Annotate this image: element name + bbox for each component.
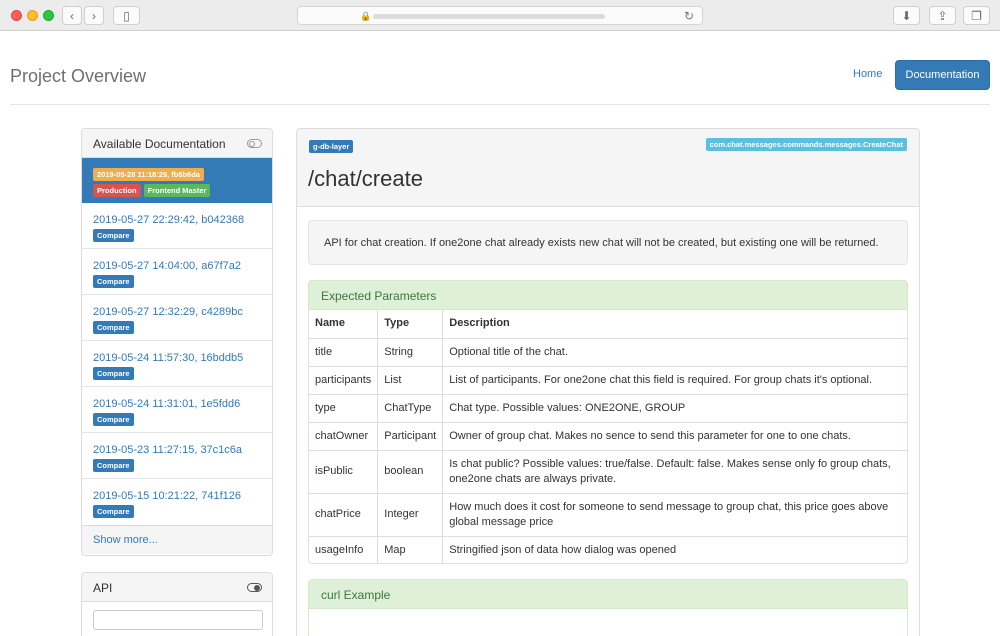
version-link[interactable]: 2019-05-23 11:27:15, 37c1c6a bbox=[93, 444, 272, 456]
back-icon[interactable]: ‹ bbox=[62, 6, 82, 25]
layer-tag: g-db-layer bbox=[309, 140, 354, 153]
param-type: Map bbox=[377, 535, 444, 563]
forward-icon[interactable]: › bbox=[84, 6, 104, 25]
param-description: List of participants. For one2one chat t… bbox=[442, 365, 907, 395]
api-panel: API bbox=[81, 572, 273, 636]
toggle-icon[interactable] bbox=[247, 139, 262, 148]
param-type: Participant bbox=[377, 421, 444, 451]
reload-icon[interactable]: ↻ bbox=[684, 9, 694, 23]
downloads-icon[interactable]: ⬇ bbox=[893, 6, 920, 25]
endpoint-title: /chat/create bbox=[308, 166, 423, 191]
table-row: chatOwner Participant Owner of group cha… bbox=[309, 421, 907, 451]
endpoint-description: API for chat creation. If one2one chat a… bbox=[308, 220, 908, 265]
table-row: usageInfo Map Stringified json of data h… bbox=[309, 535, 907, 563]
param-type: List bbox=[377, 365, 444, 395]
tabs-icon[interactable]: ❐ bbox=[963, 6, 990, 25]
param-type: boolean bbox=[377, 449, 444, 494]
frontend-master-label: Frontend Master bbox=[143, 184, 211, 197]
table-row: title String Optional title of the chat. bbox=[309, 337, 907, 367]
close-window-button[interactable] bbox=[11, 10, 22, 21]
param-description: Stringified json of data how dialog was … bbox=[442, 535, 907, 563]
param-description: Is chat public? Possible values: true/fa… bbox=[442, 449, 907, 494]
compare-button[interactable]: Compare bbox=[93, 413, 134, 426]
param-name: usageInfo bbox=[309, 535, 379, 563]
address-bar[interactable]: 🔒 ↻ bbox=[297, 6, 703, 25]
curl-example-panel: curl Example bbox=[308, 579, 908, 636]
production-label: Production bbox=[93, 184, 141, 197]
browser-toolbar: ‹ › ▯ 🔒 ↻ ⬇ ⇪ ❐ bbox=[0, 0, 1000, 31]
table-row: chatPrice Integer How much does it cost … bbox=[309, 492, 907, 537]
compare-button[interactable]: Compare bbox=[93, 505, 134, 518]
param-name: participants bbox=[309, 365, 379, 395]
list-item: 2019-05-23 11:27:15, 37c1c6a Compare bbox=[82, 433, 272, 479]
version-link[interactable]: 2019-05-27 22:29:42, b042368 bbox=[93, 214, 272, 226]
version-link[interactable]: 2019-05-24 11:31:01, 1e5fdd6 bbox=[93, 398, 272, 410]
param-description: Owner of group chat. Makes no sence to s… bbox=[442, 421, 907, 451]
param-description: Chat type. Possible values: ONE2ONE, GRO… bbox=[442, 393, 907, 423]
version-link[interactable]: 2019-05-27 12:32:29, c4289bc bbox=[93, 306, 272, 318]
compare-button[interactable]: Compare bbox=[93, 367, 134, 380]
version-link[interactable]: 2019-05-27 14:04:00, a67f7a2 bbox=[93, 260, 272, 272]
compare-button[interactable]: Compare bbox=[93, 321, 134, 334]
param-name: title bbox=[309, 337, 379, 367]
column-header: Name bbox=[309, 310, 379, 339]
command-class-tag: com.chat.messages.commands.messages.Crea… bbox=[705, 138, 907, 151]
parameters-title: Expected Parameters bbox=[309, 281, 907, 310]
sidebar-header: Available Documentation bbox=[82, 129, 272, 158]
zoom-window-button[interactable] bbox=[43, 10, 54, 21]
version-link[interactable]: 2019-05-15 10:21:22, 741f126 bbox=[93, 490, 272, 502]
table-row: isPublic boolean Is chat public? Possibl… bbox=[309, 449, 907, 494]
column-header: Description bbox=[442, 310, 907, 339]
show-more-link[interactable]: Show more... bbox=[82, 525, 272, 554]
curl-example-title: curl Example bbox=[309, 580, 907, 609]
column-header: Type bbox=[377, 310, 444, 339]
param-type: String bbox=[377, 337, 444, 367]
active-version-label: 2019-05-28 11:18:29, fb8b6da bbox=[93, 168, 204, 181]
param-description: Optional title of the chat. bbox=[442, 337, 907, 367]
list-item: 2019-05-15 10:21:22, 741f126 Compare bbox=[82, 479, 272, 525]
redacted-url bbox=[373, 14, 605, 19]
sidebar-title: Available Documentation bbox=[93, 137, 226, 151]
toggle-icon[interactable] bbox=[247, 583, 262, 592]
api-header: API bbox=[82, 573, 272, 602]
lock-icon: 🔒 bbox=[360, 11, 372, 21]
table-row: type ChatType Chat type. Possible values… bbox=[309, 393, 907, 423]
share-icon[interactable]: ⇪ bbox=[929, 6, 956, 25]
param-type: ChatType bbox=[377, 393, 444, 423]
nav-documentation-button[interactable]: Documentation bbox=[895, 60, 990, 90]
version-link[interactable]: 2019-05-24 11:57:30, 16bddb5 bbox=[93, 352, 272, 364]
param-type: Integer bbox=[377, 492, 444, 537]
param-name: isPublic bbox=[309, 449, 379, 494]
expected-parameters-panel: Expected Parameters Name Type Descriptio… bbox=[308, 280, 908, 564]
list-item: 2019-05-27 14:04:00, a67f7a2 Compare bbox=[82, 249, 272, 295]
param-name: type bbox=[309, 393, 379, 423]
compare-button[interactable]: Compare bbox=[93, 229, 134, 242]
list-item: 2019-05-27 22:29:42, b042368 Compare bbox=[82, 203, 272, 249]
documentation-sidebar: Available Documentation 2019-05-28 11:18… bbox=[81, 128, 273, 556]
param-name: chatOwner bbox=[309, 421, 379, 451]
list-item: 2019-05-24 11:31:01, 1e5fdd6 Compare bbox=[82, 387, 272, 433]
param-name: chatPrice bbox=[309, 492, 379, 537]
param-description: How much does it cost for someone to sen… bbox=[442, 492, 907, 537]
page-header: Project Overview Home Documentation bbox=[0, 32, 1000, 105]
api-search-input[interactable] bbox=[93, 610, 263, 630]
header-divider bbox=[10, 104, 990, 105]
list-item: 2019-05-27 12:32:29, c4289bc Compare bbox=[82, 295, 272, 341]
api-title: API bbox=[93, 581, 113, 595]
sidebar-toggle-icon[interactable]: ▯ bbox=[113, 6, 140, 25]
nav-home-link[interactable]: Home bbox=[853, 68, 882, 80]
page-title: Project Overview bbox=[10, 66, 147, 86]
parameters-table: Name Type Description title String Optio… bbox=[309, 310, 907, 563]
endpoint-header: g-db-layer com.chat.messages.commands.me… bbox=[297, 129, 919, 207]
compare-button[interactable]: Compare bbox=[93, 459, 134, 472]
table-header-row: Name Type Description bbox=[309, 310, 907, 339]
compare-button[interactable]: Compare bbox=[93, 275, 134, 288]
list-item: 2019-05-24 11:57:30, 16bddb5 Compare bbox=[82, 341, 272, 387]
minimize-window-button[interactable] bbox=[27, 10, 38, 21]
active-version-item[interactable]: 2019-05-28 11:18:29, fb8b6da Production … bbox=[82, 158, 272, 203]
table-row: participants List List of participants. … bbox=[309, 365, 907, 395]
endpoint-panel: g-db-layer com.chat.messages.commands.me… bbox=[296, 128, 920, 636]
